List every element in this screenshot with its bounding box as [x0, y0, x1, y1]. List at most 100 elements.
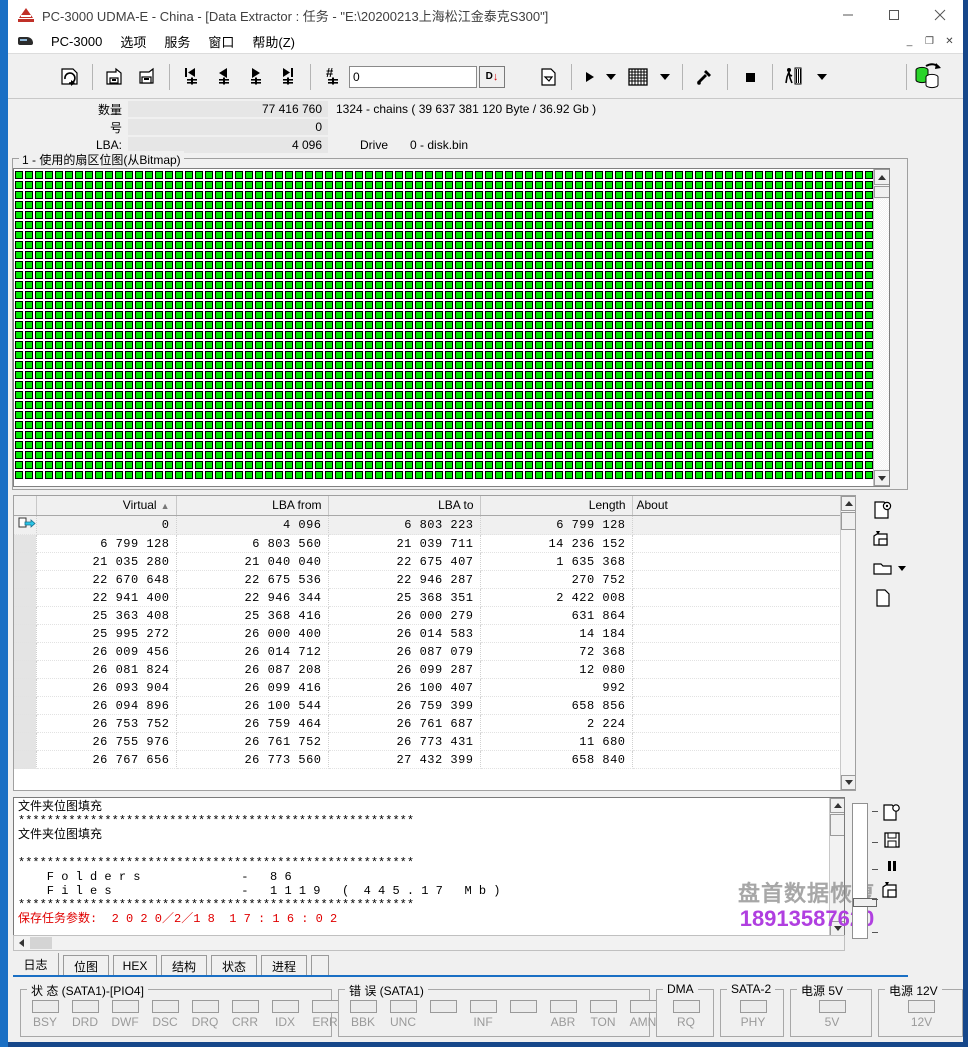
bitmap-cell[interactable] [735, 251, 743, 259]
bitmap-cell[interactable] [25, 411, 33, 419]
bitmap-cell[interactable] [55, 431, 63, 439]
bitmap-canvas[interactable] [15, 171, 874, 486]
bitmap-cell[interactable] [215, 241, 223, 249]
bitmap-cell[interactable] [315, 361, 323, 369]
bitmap-cell[interactable] [15, 451, 23, 459]
bitmap-cell[interactable] [485, 361, 493, 369]
bitmap-cell[interactable] [375, 451, 383, 459]
bitmap-cell[interactable] [645, 331, 653, 339]
bitmap-cell[interactable] [155, 361, 163, 369]
bitmap-cell[interactable] [715, 191, 723, 199]
bitmap-cell[interactable] [745, 411, 753, 419]
bitmap-cell[interactable] [765, 341, 773, 349]
bitmap-cell[interactable] [135, 271, 143, 279]
bitmap-cell[interactable] [105, 191, 113, 199]
bitmap-cell[interactable] [865, 421, 873, 429]
bitmap-cell[interactable] [555, 371, 563, 379]
bitmap-cell[interactable] [325, 391, 333, 399]
bitmap-cell[interactable] [485, 341, 493, 349]
bitmap-cell[interactable] [485, 421, 493, 429]
bitmap-cell[interactable] [415, 271, 423, 279]
bitmap-cell[interactable] [465, 351, 473, 359]
bitmap-cell[interactable] [745, 401, 753, 409]
bitmap-cell[interactable] [565, 301, 573, 309]
bitmap-cell[interactable] [285, 211, 293, 219]
bitmap-cell[interactable] [805, 321, 813, 329]
bitmap-cell[interactable] [785, 431, 793, 439]
bitmap-cell[interactable] [135, 361, 143, 369]
bitmap-cell[interactable] [175, 221, 183, 229]
bitmap-cell[interactable] [605, 461, 613, 469]
bitmap-cell[interactable] [135, 221, 143, 229]
bitmap-cell[interactable] [505, 281, 513, 289]
bitmap-cell[interactable] [685, 431, 693, 439]
bitmap-cell[interactable] [115, 341, 123, 349]
bitmap-cell[interactable] [205, 281, 213, 289]
bitmap-cell[interactable] [145, 471, 153, 479]
bitmap-cell[interactable] [575, 381, 583, 389]
bitmap-cell[interactable] [135, 431, 143, 439]
bitmap-cell[interactable] [775, 351, 783, 359]
bitmap-cell[interactable] [815, 241, 823, 249]
bitmap-cell[interactable] [335, 441, 343, 449]
bitmap-cell[interactable] [525, 261, 533, 269]
bitmap-cell[interactable] [425, 211, 433, 219]
bitmap-cell[interactable] [765, 281, 773, 289]
bitmap-cell[interactable] [255, 201, 263, 209]
bitmap-cell[interactable] [735, 311, 743, 319]
bitmap-cell[interactable] [65, 461, 73, 469]
bitmap-cell[interactable] [615, 231, 623, 239]
bitmap-cell[interactable] [215, 181, 223, 189]
bitmap-cell[interactable] [705, 231, 713, 239]
bitmap-cell[interactable] [555, 431, 563, 439]
bitmap-cell[interactable] [555, 171, 563, 179]
bitmap-cell[interactable] [695, 211, 703, 219]
bitmap-cell[interactable] [665, 391, 673, 399]
bitmap-cell[interactable] [685, 201, 693, 209]
bitmap-cell[interactable] [385, 311, 393, 319]
bitmap-cell[interactable] [655, 191, 663, 199]
bitmap-cell[interactable] [635, 261, 643, 269]
bitmap-cell[interactable] [225, 271, 233, 279]
bitmap-cell[interactable] [255, 301, 263, 309]
bitmap-cell[interactable] [425, 471, 433, 479]
bitmap-cell[interactable] [215, 441, 223, 449]
bitmap-cell[interactable] [605, 361, 613, 369]
bitmap-cell[interactable] [65, 241, 73, 249]
bitmap-cell[interactable] [545, 471, 553, 479]
bitmap-cell[interactable] [265, 431, 273, 439]
bitmap-cell[interactable] [725, 281, 733, 289]
bitmap-cell[interactable] [395, 251, 403, 259]
bitmap-cell[interactable] [265, 441, 273, 449]
bitmap-cell[interactable] [705, 271, 713, 279]
bitmap-cell[interactable] [25, 391, 33, 399]
bitmap-cell[interactable] [515, 221, 523, 229]
bitmap-cell[interactable] [255, 411, 263, 419]
bitmap-cell[interactable] [485, 291, 493, 299]
bitmap-cell[interactable] [105, 361, 113, 369]
bitmap-cell[interactable] [675, 311, 683, 319]
bitmap-cell[interactable] [855, 471, 863, 479]
bitmap-cell[interactable] [775, 251, 783, 259]
bitmap-cell[interactable] [255, 311, 263, 319]
bitmap-cell[interactable] [375, 201, 383, 209]
table-new-button[interactable] [868, 585, 898, 611]
bitmap-cell[interactable] [365, 181, 373, 189]
bitmap-cell[interactable] [865, 191, 873, 199]
bitmap-cell[interactable] [805, 301, 813, 309]
bitmap-cell[interactable] [55, 211, 63, 219]
bitmap-cell[interactable] [65, 411, 73, 419]
bitmap-cell[interactable] [15, 371, 23, 379]
bitmap-cell[interactable] [445, 251, 453, 259]
bitmap-cell[interactable] [335, 471, 343, 479]
bitmap-cell[interactable] [465, 331, 473, 339]
bitmap-cell[interactable] [135, 211, 143, 219]
bitmap-cell[interactable] [405, 291, 413, 299]
bitmap-cell[interactable] [685, 251, 693, 259]
bitmap-cell[interactable] [805, 401, 813, 409]
bitmap-cell[interactable] [825, 421, 833, 429]
bitmap-cell[interactable] [595, 191, 603, 199]
bitmap-cell[interactable] [75, 371, 83, 379]
bitmap-cell[interactable] [315, 351, 323, 359]
bitmap-cell[interactable] [765, 311, 773, 319]
